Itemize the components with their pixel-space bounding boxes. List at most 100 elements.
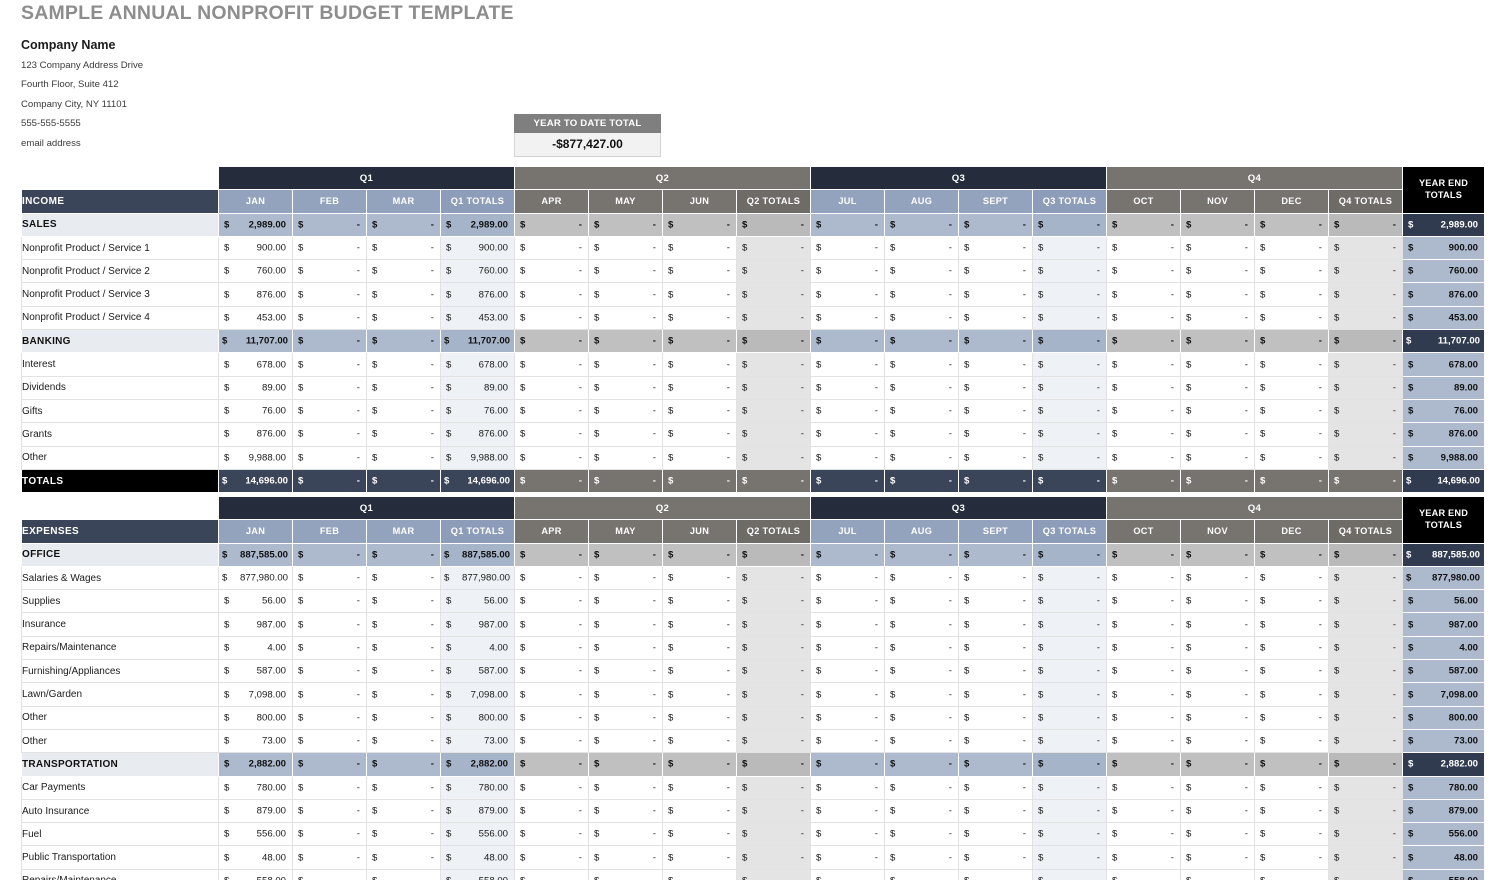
cell-jul[interactable]: $- (810, 468, 885, 494)
cell-dec[interactable]: $- (1254, 565, 1329, 591)
cell-nov[interactable]: $- (1180, 259, 1255, 284)
cell-year-end-total[interactable]: $556.00 (1402, 822, 1485, 847)
row-label[interactable]: Other (21, 445, 219, 470)
row-label[interactable]: Salaries & Wages (21, 565, 219, 591)
cell-mar[interactable]: $- (366, 612, 441, 637)
cell-q4-totals[interactable]: $- (1328, 212, 1403, 237)
cell-nov[interactable]: $- (1180, 305, 1255, 331)
cell-q4-totals[interactable]: $- (1328, 565, 1403, 591)
cell-nov[interactable]: $- (1180, 235, 1255, 261)
cell-sept[interactable]: $- (958, 775, 1033, 800)
cell-q4-totals[interactable]: $- (1328, 445, 1403, 470)
cell-q3-totals[interactable]: $- (1032, 329, 1107, 354)
cell-jan[interactable]: $887,585.00 (218, 542, 293, 567)
cell-jun[interactable]: $- (662, 845, 737, 870)
cell-jan[interactable]: $678.00 (218, 352, 293, 377)
row-label[interactable]: Repairs/Maintenance (21, 868, 219, 880)
cell-feb[interactable]: $- (292, 445, 367, 470)
cell-q2-totals[interactable]: $- (736, 352, 811, 377)
row-label[interactable]: Insurance (21, 612, 219, 637)
cell-dec[interactable]: $- (1254, 612, 1329, 637)
column-header-jan[interactable]: JAN (218, 519, 293, 544)
cell-year-end-total[interactable]: $2,882.00 (1402, 752, 1485, 777)
cell-nov[interactable]: $- (1180, 565, 1255, 591)
cell-sept[interactable]: $- (958, 565, 1033, 591)
cell-oct[interactable]: $- (1106, 305, 1181, 331)
cell-jun[interactable]: $- (662, 282, 737, 307)
cell-apr[interactable]: $- (514, 468, 589, 494)
cell-aug[interactable]: $- (884, 352, 959, 377)
column-header-q3-totals[interactable]: Q3 TOTALS (1032, 519, 1107, 544)
cell-oct[interactable]: $- (1106, 352, 1181, 377)
cell-jun[interactable]: $- (662, 352, 737, 377)
cell-q1-totals[interactable]: $678.00 (440, 352, 515, 377)
cell-feb[interactable]: $- (292, 589, 367, 614)
cell-oct[interactable]: $- (1106, 212, 1181, 237)
cell-q4-totals[interactable]: $- (1328, 305, 1403, 331)
cell-sept[interactable]: $- (958, 612, 1033, 637)
cell-q2-totals[interactable]: $- (736, 728, 811, 754)
cell-year-end-total[interactable]: $9,988.00 (1402, 445, 1485, 470)
cell-q2-totals[interactable]: $- (736, 798, 811, 824)
column-header-dec[interactable]: DEC (1254, 519, 1329, 544)
cell-jan[interactable]: $2,882.00 (218, 752, 293, 777)
cell-dec[interactable]: $- (1254, 659, 1329, 684)
cell-q3-totals[interactable]: $- (1032, 259, 1107, 284)
cell-nov[interactable]: $- (1180, 728, 1255, 754)
cell-oct[interactable]: $- (1106, 752, 1181, 777)
cell-oct[interactable]: $- (1106, 468, 1181, 494)
cell-q4-totals[interactable]: $- (1328, 468, 1403, 494)
cell-q3-totals[interactable]: $- (1032, 775, 1107, 800)
cell-jul[interactable]: $- (810, 659, 885, 684)
cell-may[interactable]: $- (588, 212, 663, 237)
row-label[interactable]: Dividends (21, 375, 219, 400)
cell-jan[interactable]: $877,980.00 (218, 565, 293, 591)
cell-sept[interactable]: $- (958, 659, 1033, 684)
cell-year-end-total[interactable]: $7,098.00 (1402, 682, 1485, 707)
cell-feb[interactable]: $- (292, 565, 367, 591)
cell-q4-totals[interactable]: $- (1328, 589, 1403, 614)
cell-q2-totals[interactable]: $- (736, 565, 811, 591)
cell-jul[interactable]: $- (810, 845, 885, 870)
cell-q3-totals[interactable]: $- (1032, 635, 1107, 661)
cell-year-end-total[interactable]: $56.00 (1402, 589, 1485, 614)
cell-q3-totals[interactable]: $- (1032, 798, 1107, 824)
cell-may[interactable]: $- (588, 728, 663, 754)
cell-year-end-total[interactable]: $800.00 (1402, 705, 1485, 730)
cell-apr[interactable]: $- (514, 422, 589, 447)
cell-aug[interactable]: $- (884, 468, 959, 494)
row-label[interactable]: TOTALS (21, 468, 219, 494)
cell-mar[interactable]: $- (366, 682, 441, 707)
cell-q4-totals[interactable]: $- (1328, 542, 1403, 567)
cell-sept[interactable]: $- (958, 212, 1033, 237)
row-label[interactable]: Grants (21, 422, 219, 447)
row-label[interactable]: Car Payments (21, 775, 219, 800)
cell-year-end-total[interactable]: $879.00 (1402, 798, 1485, 824)
cell-sept[interactable]: $- (958, 589, 1033, 614)
cell-q4-totals[interactable]: $- (1328, 235, 1403, 261)
cell-dec[interactable]: $- (1254, 305, 1329, 331)
column-header-jun[interactable]: JUN (662, 189, 737, 214)
cell-apr[interactable]: $- (514, 305, 589, 331)
cell-feb[interactable]: $- (292, 212, 367, 237)
row-label[interactable]: Fuel (21, 822, 219, 847)
cell-apr[interactable]: $- (514, 352, 589, 377)
cell-aug[interactable]: $- (884, 445, 959, 470)
cell-feb[interactable]: $- (292, 728, 367, 754)
cell-may[interactable]: $- (588, 282, 663, 307)
cell-feb[interactable]: $- (292, 868, 367, 880)
cell-jul[interactable]: $- (810, 329, 885, 354)
cell-may[interactable]: $- (588, 705, 663, 730)
cell-sept[interactable]: $- (958, 845, 1033, 870)
cell-apr[interactable]: $- (514, 868, 589, 880)
cell-feb[interactable]: $- (292, 775, 367, 800)
cell-jul[interactable]: $- (810, 589, 885, 614)
cell-oct[interactable]: $- (1106, 868, 1181, 880)
cell-apr[interactable]: $- (514, 235, 589, 261)
cell-sept[interactable]: $- (958, 352, 1033, 377)
cell-dec[interactable]: $- (1254, 868, 1329, 880)
cell-jun[interactable]: $- (662, 822, 737, 847)
cell-oct[interactable]: $- (1106, 798, 1181, 824)
cell-q2-totals[interactable]: $- (736, 752, 811, 777)
cell-jul[interactable]: $- (810, 868, 885, 880)
